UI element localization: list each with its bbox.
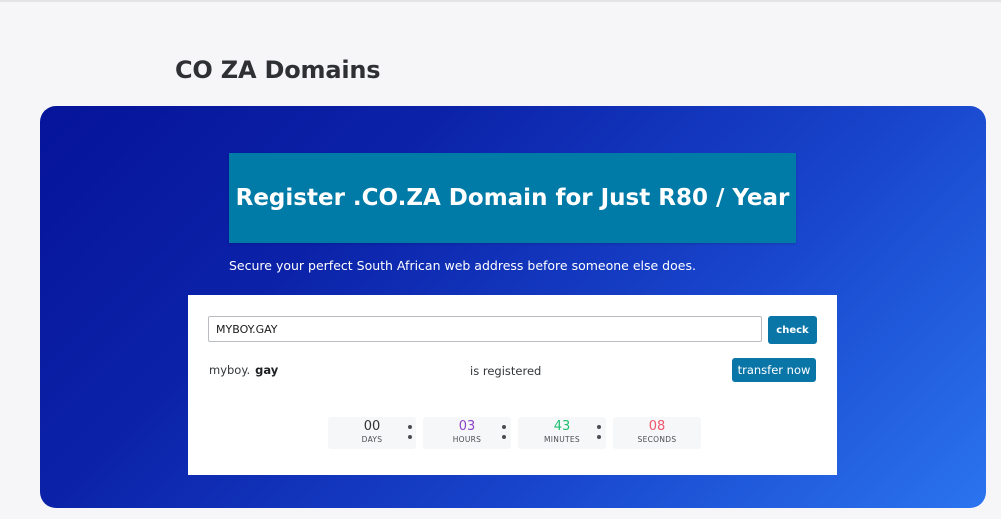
result-domain-tld: gay	[255, 363, 279, 377]
countdown-days-value: 00	[363, 419, 381, 434]
top-divider	[0, 0, 1001, 2]
countdown-hours-label: HOURS	[452, 435, 482, 444]
countdown-minutes-label: MINUTES	[544, 435, 580, 444]
countdown-minutes-value: 43	[553, 419, 571, 434]
domain-search-input[interactable]	[208, 316, 762, 342]
countdown-days-label: DAYS	[361, 435, 383, 444]
transfer-now-button[interactable]: transfer now	[732, 358, 816, 382]
hero-section: Register .CO.ZA Domain for Just R80 / Ye…	[40, 106, 986, 508]
countdown-days: 00 DAYS	[328, 417, 416, 449]
result-status: is registered	[470, 364, 542, 378]
countdown-separator	[597, 425, 601, 441]
hero-subtitle: Secure your perfect South African web ad…	[229, 258, 696, 273]
countdown-separator	[502, 425, 506, 441]
countdown-hours-value: 03	[458, 419, 476, 434]
promo-banner: Register .CO.ZA Domain for Just R80 / Ye…	[229, 153, 796, 243]
banner-title: Register .CO.ZA Domain for Just R80 / Ye…	[235, 185, 790, 211]
countdown-seconds-label: SECONDS	[637, 435, 677, 444]
result-domain-name: myboy.	[209, 363, 251, 377]
countdown-minutes: 43 MINUTES	[518, 417, 606, 449]
domain-result: myboy. gay	[209, 363, 278, 377]
countdown-hours: 03 HOURS	[423, 417, 511, 449]
countdown-separator	[408, 425, 412, 441]
countdown-seconds-value: 08	[648, 419, 666, 434]
domain-search-card: check myboy. gay is registered transfer n…	[188, 295, 837, 475]
countdown-seconds: 08 SECONDS	[613, 417, 701, 449]
check-button[interactable]: check	[768, 316, 817, 344]
countdown-timer: 00 DAYS 03 HOURS 43 MINUTES 08 SECONDS	[328, 417, 704, 449]
page-title: CO ZA Domains	[175, 56, 381, 84]
